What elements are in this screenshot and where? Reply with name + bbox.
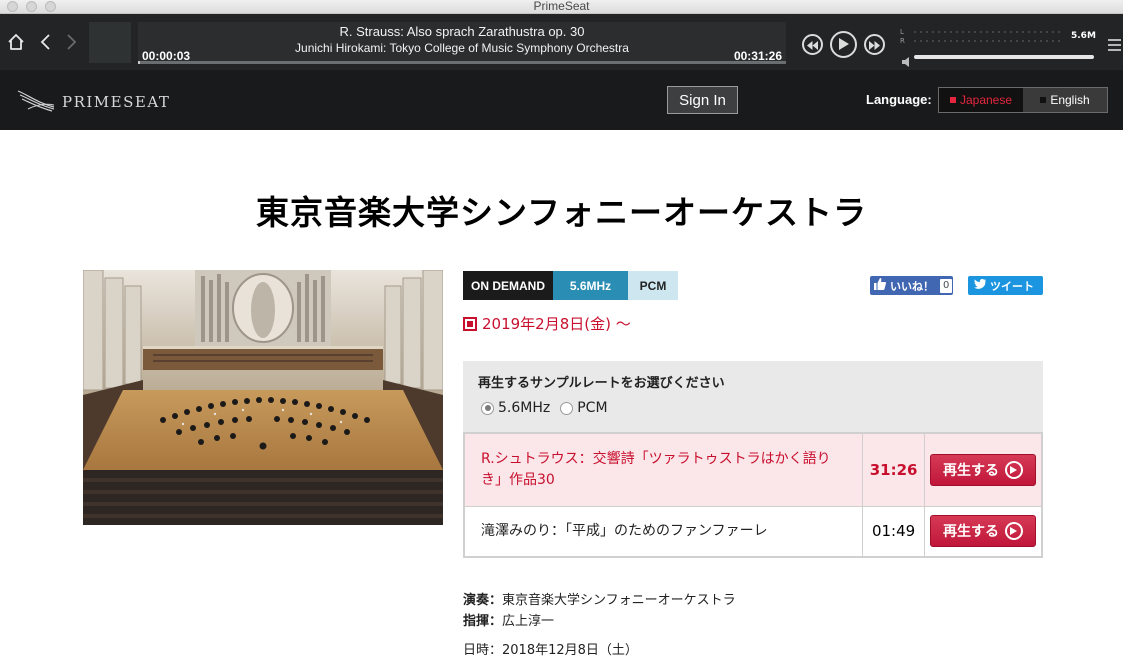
play-circle-icon <box>1004 522 1023 541</box>
tweet-label: ツイート <box>990 279 1034 293</box>
seek-bar[interactable] <box>138 61 140 64</box>
sign-in-button[interactable]: Sign In <box>667 86 738 114</box>
radio-unselected-icon[interactable] <box>560 401 574 415</box>
language-option-japanese[interactable]: Japanese <box>939 88 1023 112</box>
meter-right-row <box>912 39 1062 43</box>
play-icon <box>838 35 849 54</box>
menu-icon[interactable] <box>1108 36 1121 55</box>
track-duration: 01:49 <box>862 505 925 558</box>
track-row[interactable]: 滝澤みのり：「平成」のためのファンファーレ 01:49 再生する <box>463 505 1043 558</box>
site-header: PRIMESEAT Sign In Language: Japanese Eng… <box>0 70 1123 130</box>
logo-text: PRIMESEAT <box>62 93 171 111</box>
rate-option-pcm[interactable]: PCM <box>560 400 608 416</box>
performer-name: 東京音楽大学シンフォニーオーケストラ <box>502 593 736 608</box>
release-date: 2019年2月8日(金) 〜 <box>463 313 631 334</box>
radio-selected-icon[interactable] <box>481 401 494 415</box>
twitter-bird-icon <box>974 279 986 292</box>
concert-credits: 演奏：東京音楽大学シンフォニーオーケストラ 指揮：広上淳一 日時：2018年12… <box>463 590 736 661</box>
meter-left-row <box>912 30 1062 34</box>
elapsed-time: 00:00:03 <box>142 49 191 63</box>
track-list: R.シュトラウス：交響詩「ツァラトゥストラはかく語りき」作品30 31:26 再… <box>463 432 1043 558</box>
fast-forward-icon <box>869 35 880 54</box>
track-name: R.シュトラウス：交響詩「ツァラトゥストラはかく語りき」作品30 <box>463 432 864 507</box>
play-circle-icon <box>1004 460 1023 479</box>
sample-rate-panel: 再生するサンプルレートをお選びください 5.6MHz PCM <box>463 361 1043 433</box>
date-square-icon <box>463 316 477 331</box>
now-playing: R. Strauss: Also sprach Zarathustra op. … <box>138 22 786 64</box>
performer-label: 演奏： <box>463 593 503 608</box>
concert-date: 2018年12月8日（土） <box>502 643 638 658</box>
window-titlebar: PrimeSeat <box>0 0 1123 14</box>
play-button[interactable] <box>830 31 857 58</box>
player-bar: R. Strauss: Also sprach Zarathustra op. … <box>0 14 1123 70</box>
back-icon[interactable] <box>39 33 53 51</box>
track-play-cell: 再生する <box>923 432 1043 507</box>
stream-tags: ON DEMAND 5.6MHz PCM <box>463 271 678 300</box>
pcm-tag: PCM <box>628 271 678 300</box>
rate-option-label: PCM <box>577 400 608 416</box>
album-art <box>89 22 131 63</box>
language-option-english[interactable]: English <box>1023 88 1107 112</box>
conductor-line: 指揮：広上淳一 <box>463 611 736 632</box>
language-option-label: Japanese <box>959 93 1013 107</box>
track-row[interactable]: R.シュトラウス：交響詩「ツァラトゥストラはかく語りき」作品30 31:26 再… <box>463 432 1043 507</box>
concert-hall-photo <box>83 270 443 525</box>
window-title: PrimeSeat <box>533 0 590 13</box>
play-track-button[interactable]: 再生する <box>929 515 1036 548</box>
track-name: 滝澤みのり：「平成」のためのファンファーレ <box>463 505 864 558</box>
volume-icon <box>902 52 911 71</box>
total-time: 00:31:26 <box>733 49 782 63</box>
track-artist: Junichi Hirokami: Tokyo College of Music… <box>295 41 629 55</box>
conductor-name: 広上淳一 <box>502 614 555 629</box>
release-date-text: 2019年2月8日(金) 〜 <box>482 315 631 333</box>
sample-rate-question: 再生するサンプルレートをお選びください <box>478 376 725 391</box>
like-label: いいね！ <box>890 279 934 293</box>
forward-icon[interactable] <box>64 33 78 51</box>
sample-rate-readout: 5.6M <box>1071 31 1096 41</box>
fast-forward-button[interactable] <box>864 34 885 55</box>
meter-left-label: L <box>900 28 904 36</box>
language-label: Language: <box>866 92 932 107</box>
unselected-square-icon <box>1040 97 1047 103</box>
rewind-icon <box>807 35 818 54</box>
play-button-label: 再生する <box>942 462 999 479</box>
volume-slider[interactable] <box>914 55 1094 59</box>
play-track-button[interactable]: 再生する <box>929 453 1036 486</box>
concert-date-line: 日時：2018年12月8日（土） <box>463 640 736 661</box>
meter-right-label: R <box>900 37 905 45</box>
page-title: 東京音楽大学シンフォニーオーケストラ <box>255 193 867 232</box>
home-icon[interactable] <box>7 33 25 51</box>
tweet-button[interactable]: ツイート <box>968 276 1043 295</box>
language-switcher: Japanese English <box>938 87 1108 113</box>
selected-square-icon <box>949 97 956 103</box>
on-demand-tag: ON DEMAND <box>463 271 553 300</box>
app-window: PrimeSeat R. Strauss: Also sprach Zarath… <box>0 0 1123 664</box>
track-title: R. Strauss: Also sprach Zarathustra op. … <box>339 24 585 39</box>
performer-line: 演奏：東京音楽大学シンフォニーオーケストラ <box>463 590 736 611</box>
conductor-label: 指揮： <box>463 614 503 629</box>
primeseat-logo[interactable]: PRIMESEAT <box>16 87 170 117</box>
rate-option-label: 5.6MHz <box>498 400 551 416</box>
mhz-tag: 5.6MHz <box>553 271 628 300</box>
rate-option-5-6mhz[interactable]: 5.6MHz <box>481 400 550 416</box>
play-button-label: 再生する <box>942 524 999 541</box>
concert-date-label: 日時： <box>463 643 503 658</box>
like-count: 0 <box>940 278 953 293</box>
rewind-button[interactable] <box>802 34 823 55</box>
track-duration: 31:26 <box>862 432 925 507</box>
volume-control[interactable] <box>902 52 1094 71</box>
language-option-label: English <box>1050 93 1090 107</box>
logo-wings-icon <box>16 87 56 117</box>
facebook-like-button[interactable]: いいね！ 0 <box>870 276 953 295</box>
thumbs-up-icon <box>874 278 886 293</box>
track-play-cell: 再生する <box>923 505 1043 558</box>
sample-rate-options: 5.6MHz PCM <box>481 400 608 416</box>
